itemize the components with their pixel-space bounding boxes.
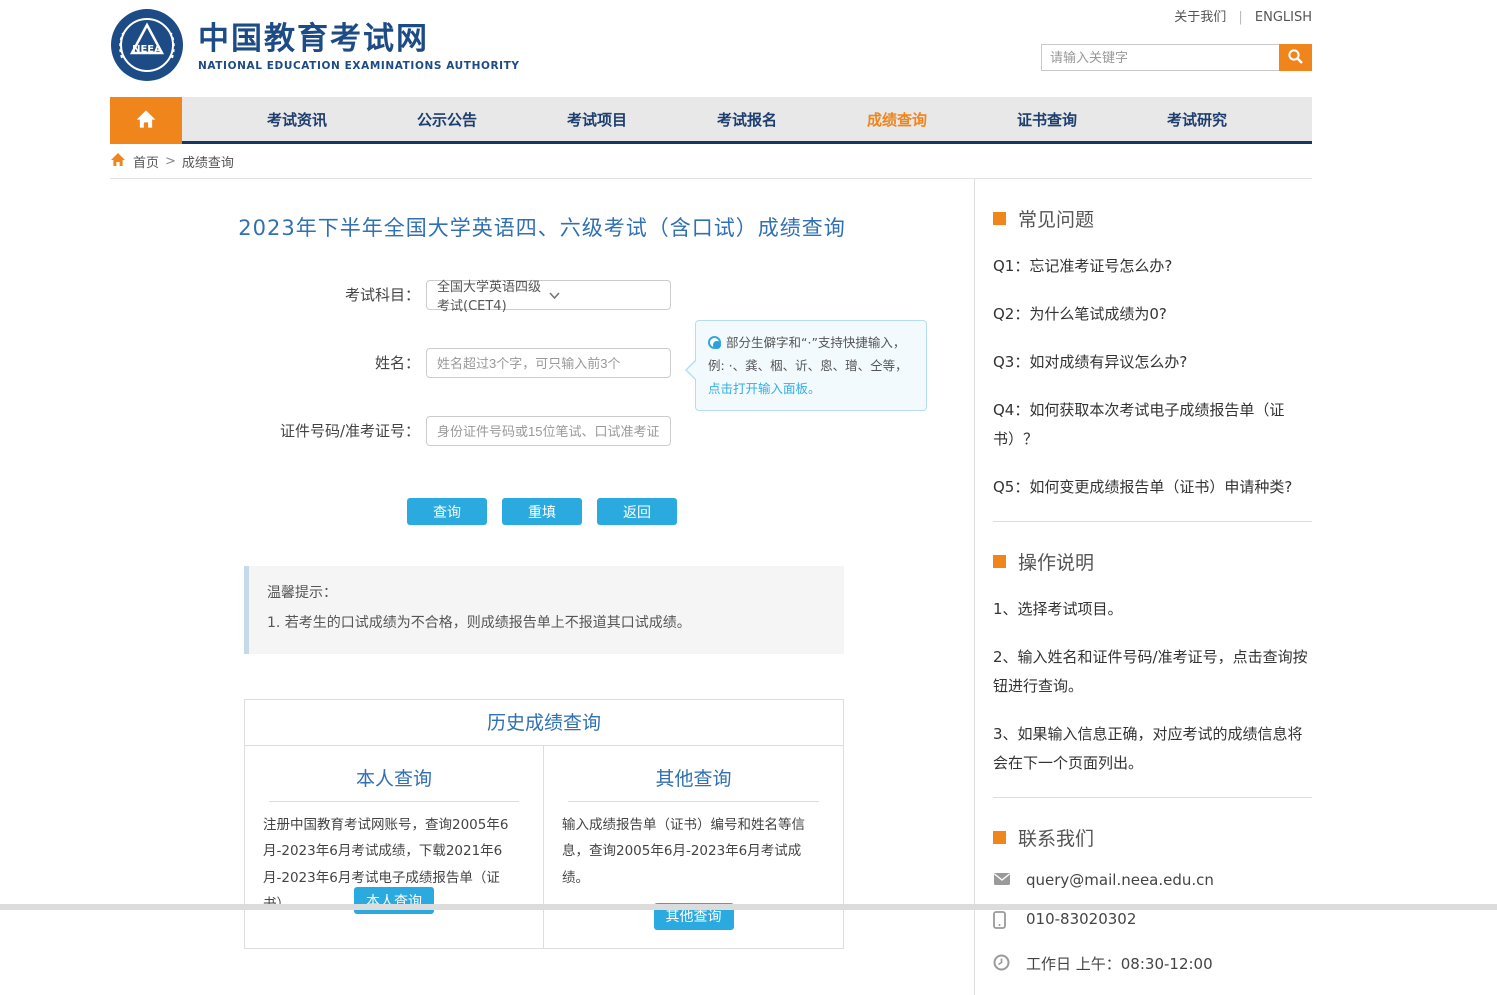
top-links: 关于我们 | ENGLISH: [1174, 6, 1312, 25]
self-query-title: 本人查询: [269, 764, 519, 802]
back-button[interactable]: 返回: [597, 498, 677, 525]
form-buttons: 查询 重填 返回: [110, 498, 974, 525]
main-nav: 考试资讯 公示公告 考试项目 考试报名 成绩查询 证书查询 考试研究: [110, 97, 1312, 144]
open-input-panel-link[interactable]: 点击打开输入面板。: [708, 381, 821, 396]
breadcrumb-current: 成绩查询: [182, 152, 234, 171]
breadcrumb-separator: >: [165, 154, 176, 169]
contact-phone-row: 010-83020302: [993, 910, 1312, 933]
phone-icon: [993, 910, 1011, 933]
search-box: [1041, 44, 1312, 71]
id-input[interactable]: [426, 416, 671, 446]
nav-item-exam-research[interactable]: 考试研究: [1167, 109, 1227, 130]
english-link[interactable]: ENGLISH: [1255, 10, 1312, 25]
name-row: 姓名： 部分生僻字和“·”支持快捷输入，例: ·、龚、栶、䜣、恖、璔、仝等，点击…: [110, 348, 974, 378]
site-subtitle: NATIONAL EDUCATION EXAMINATIONS AUTHORIT…: [198, 60, 520, 72]
subject-select-value: 全国大学英语四级考试(CET4): [437, 276, 549, 314]
tooltip-text: 部分生僻字和“·”支持快捷输入，例: ·、龚、栶、䜣、恖、璔、仝等，: [708, 335, 908, 373]
id-label: 证件号码/准考证号：: [110, 416, 420, 446]
instruction-step-2: 2、输入姓名和证件号码/准考证号，点击查询按钮进行查询。: [993, 643, 1312, 701]
svg-text:NEEA: NEEA: [132, 44, 162, 55]
faq-item-5[interactable]: Q5：如何变更成绩报告单（证书）申请种类?: [993, 473, 1312, 502]
other-query-title: 其他查询: [568, 764, 819, 802]
orange-square-icon: [993, 212, 1006, 225]
subject-row: 考试科目： 全国大学英语四级考试(CET4): [110, 280, 974, 310]
home-icon: [135, 109, 157, 133]
faq-item-2[interactable]: Q2：为什么笔试成绩为0?: [993, 300, 1312, 329]
contact-hours-row: 工作日 上午：08:30-12:00: [993, 953, 1312, 975]
envelope-icon: [993, 871, 1011, 890]
nav-item-certificate-query[interactable]: 证书查询: [1017, 109, 1077, 130]
site-logo[interactable]: NEEA 中国教育考试网 NATIONAL EDUCATION EXAMINAT…: [110, 8, 520, 86]
faq-item-3[interactable]: Q3：如对成绩有异议怎么办?: [993, 348, 1312, 377]
nav-item-exam-programs[interactable]: 考试项目: [567, 109, 627, 130]
page-container: NEEA 中国教育考试网 NATIONAL EDUCATION EXAMINAT…: [110, 0, 1312, 995]
contact-heading: 联系我们: [993, 824, 1312, 851]
nav-item-announcements[interactable]: 公示公告: [417, 109, 477, 130]
contact-email[interactable]: query@mail.neea.edu.cn: [1026, 871, 1214, 889]
notice-line: 1. 若考生的口试成绩为不合格，则成绩报告单上不报道其口试成绩。: [267, 612, 826, 632]
contact-section: 联系我们 query@mail.neea.edu.cn: [993, 798, 1312, 975]
faq-item-1[interactable]: Q1：忘记准考证号怎么办?: [993, 252, 1312, 281]
history-query-panel: 历史成绩查询 本人查询 注册中国教育考试网账号，查询2005年6月-2023年6…: [244, 699, 844, 949]
top-links-separator: |: [1238, 10, 1242, 25]
faq-section: 常见问题 Q1：忘记准考证号怎么办? Q2：为什么笔试成绩为0? Q3：如对成绩…: [993, 179, 1312, 522]
other-query-column: 其他查询 输入成绩报告单（证书）编号和姓名等信息，查询2005年6月-2023年…: [544, 746, 843, 948]
subject-label: 考试科目：: [110, 280, 420, 310]
nav-home-button[interactable]: [110, 97, 182, 144]
notice-title: 温馨提示：: [267, 582, 826, 602]
history-title: 历史成绩查询: [245, 700, 843, 746]
footer-strip: [0, 904, 1497, 910]
neea-emblem-icon: NEEA: [110, 8, 184, 86]
radio-selected-icon: [708, 336, 721, 349]
orange-square-icon: [993, 831, 1006, 844]
nav-item-score-query[interactable]: 成绩查询: [867, 109, 927, 130]
main-content: 2023年下半年全国大学英语四、六级考试（含口试）成绩查询 考试科目： 全国大学…: [110, 179, 975, 995]
other-query-text: 输入成绩报告单（证书）编号和姓名等信息，查询2005年6月-2023年6月考试成…: [562, 812, 825, 891]
subject-select[interactable]: 全国大学英语四级考试(CET4): [426, 280, 671, 310]
rare-character-tooltip: 部分生僻字和“·”支持快捷输入，例: ·、龚、栶、䜣、恖、璔、仝等， 点击打开输入…: [695, 320, 927, 411]
nav-items: 考试资讯 公示公告 考试项目 考试报名 成绩查询 证书查询 考试研究: [182, 97, 1312, 141]
contact-hours: 工作日 上午：08:30-12:00: [1026, 953, 1213, 974]
breadcrumb-home-icon: [110, 152, 126, 171]
faq-item-4[interactable]: Q4：如何获取本次考试电子成绩报告单（证书）？: [993, 396, 1312, 454]
self-query-column: 本人查询 注册中国教育考试网账号，查询2005年6月-2023年6月考试成绩，下…: [245, 746, 544, 948]
notice-box: 温馨提示： 1. 若考生的口试成绩为不合格，则成绩报告单上不报道其口试成绩。: [244, 566, 844, 654]
id-row: 证件号码/准考证号：: [110, 416, 974, 446]
site-title: 中国教育考试网: [198, 22, 520, 56]
breadcrumb: 首页 > 成绩查询: [110, 144, 1312, 179]
contact-email-row: query@mail.neea.edu.cn: [993, 871, 1312, 890]
header: NEEA 中国教育考试网 NATIONAL EDUCATION EXAMINAT…: [110, 0, 1312, 97]
score-query-form: 考试科目： 全国大学英语四级考试(CET4) 姓名：: [110, 280, 974, 446]
search-button[interactable]: [1279, 44, 1312, 71]
instruction-step-1: 1、选择考试项目。: [993, 595, 1312, 624]
nav-item-registration[interactable]: 考试报名: [717, 109, 777, 130]
name-label: 姓名：: [110, 348, 420, 378]
clock-icon: [993, 953, 1011, 975]
name-input[interactable]: [426, 348, 671, 378]
faq-heading: 常见问题: [993, 205, 1312, 232]
orange-square-icon: [993, 555, 1006, 568]
search-icon: [1287, 48, 1304, 68]
instructions-heading: 操作说明: [993, 548, 1312, 575]
self-query-button[interactable]: 本人查询: [354, 887, 434, 914]
query-button[interactable]: 查询: [407, 498, 487, 525]
reset-button[interactable]: 重填: [502, 498, 582, 525]
about-us-link[interactable]: 关于我们: [1174, 10, 1226, 25]
breadcrumb-home-link[interactable]: 首页: [133, 152, 159, 171]
nav-item-exam-news[interactable]: 考试资讯: [267, 109, 327, 130]
sidebar: 常见问题 Q1：忘记准考证号怎么办? Q2：为什么笔试成绩为0? Q3：如对成绩…: [975, 179, 1312, 995]
instruction-step-3: 3、如果输入信息正确，对应考试的成绩信息将会在下一个页面列出。: [993, 720, 1312, 778]
search-input[interactable]: [1041, 44, 1279, 71]
instructions-section: 操作说明 1、选择考试项目。 2、输入姓名和证件号码/准考证号，点击查询按钮进行…: [993, 522, 1312, 798]
chevron-down-icon: [549, 288, 661, 303]
contact-phone: 010-83020302: [1026, 910, 1136, 928]
page-title: 2023年下半年全国大学英语四、六级考试（含口试）成绩查询: [110, 212, 974, 242]
